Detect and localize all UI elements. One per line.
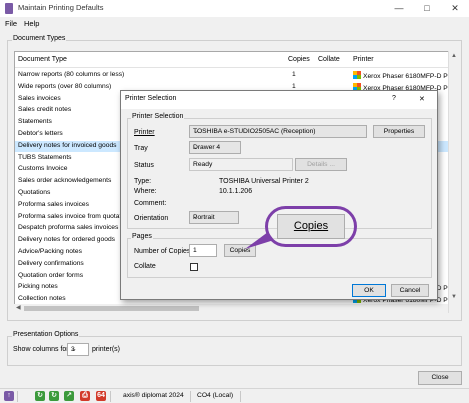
- callout-copies-button: Copies: [277, 214, 345, 239]
- up-arrow-icon[interactable]: ↑: [4, 391, 14, 401]
- refresh-all-icon[interactable]: ↻: [49, 391, 59, 401]
- company-status: CO4 (Local): [197, 392, 234, 399]
- callout-pointer: [245, 232, 274, 249]
- callout-copies-label: Copies: [293, 220, 329, 232]
- main-window: Maintain Printing Defaults — □ ✕ File He…: [0, 0, 469, 403]
- export-icon[interactable]: ↗: [64, 391, 74, 401]
- status-separator: [17, 391, 18, 402]
- status-bar: ↑ ↻ ↻ ↗ ⎙ 64 axis® diplomat 2024 CO4 (Lo…: [0, 388, 469, 403]
- status-separator: [190, 391, 191, 402]
- refresh-icon[interactable]: ↻: [35, 391, 45, 401]
- print-icon[interactable]: ⎙: [80, 391, 90, 401]
- app-name-status: axis® diplomat 2024: [123, 392, 184, 399]
- status-separator: [110, 391, 111, 402]
- status-separator: [240, 391, 241, 402]
- 64-bit-icon: 64: [96, 391, 106, 401]
